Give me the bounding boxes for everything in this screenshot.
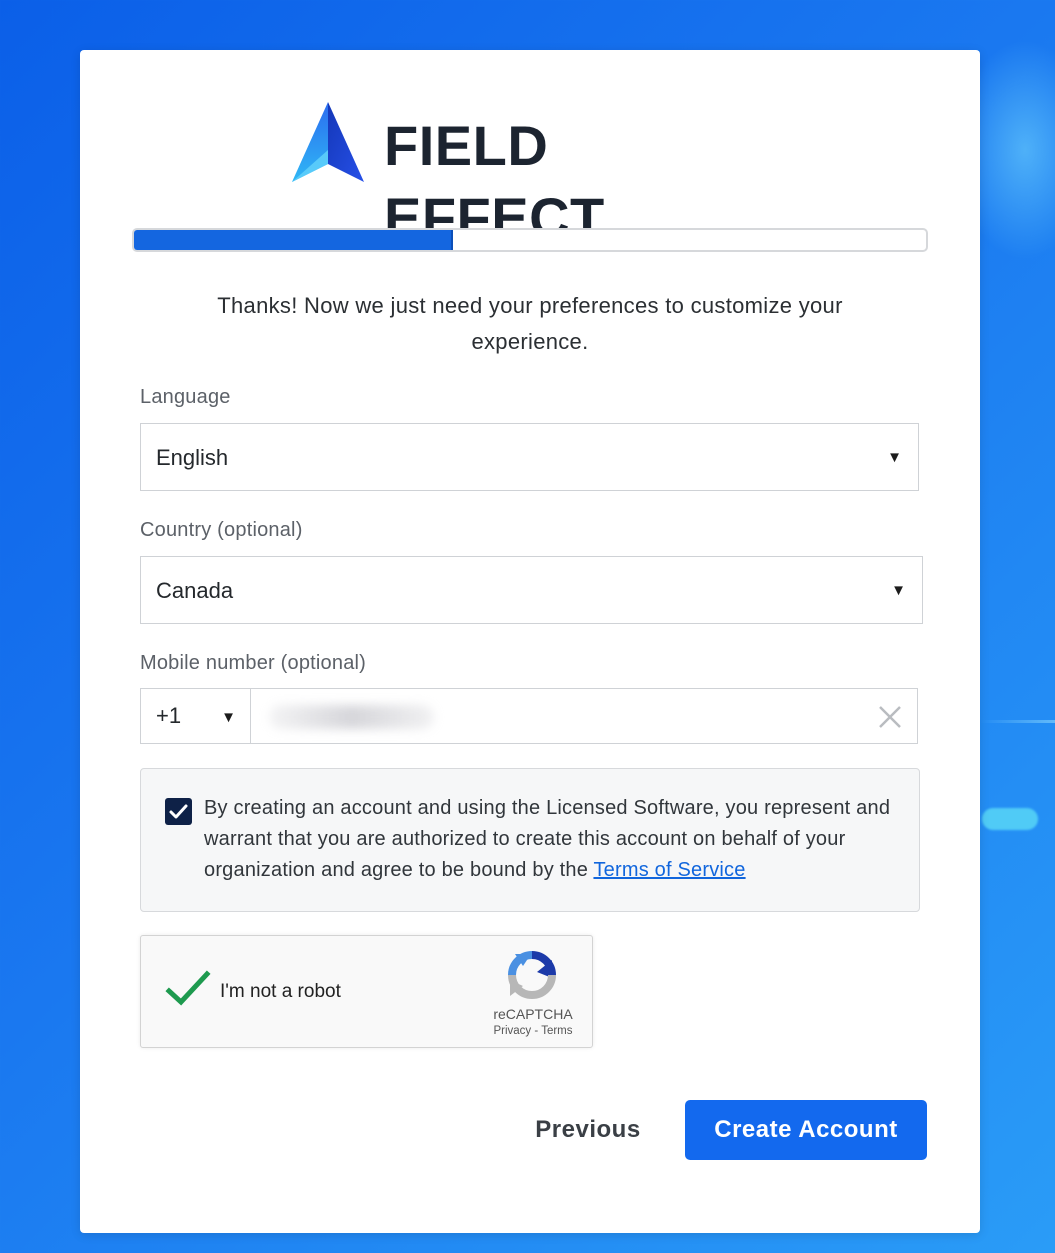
terms-agreement: By creating an account and using the Lic… [140,768,920,912]
recaptcha-icon [508,951,556,999]
recaptcha-terms-link[interactable]: Terms [541,1025,572,1037]
create-account-button[interactable]: Create Account [685,1100,927,1160]
previous-button[interactable]: Previous [520,1100,656,1160]
recaptcha-brand: reCAPTCHA [493,1006,573,1022]
checkmark-icon[interactable] [165,969,211,1009]
country-code-select[interactable]: +1 ▼ [140,688,251,744]
check-icon [169,804,188,819]
mobile-label: Mobile number (optional) [140,652,367,674]
country-select[interactable]: Canada ▼ [140,556,923,624]
country-value: Canada [156,578,234,603]
field-effect-logo-icon [292,102,364,182]
recaptcha-privacy-link[interactable]: Privacy [493,1025,531,1037]
chevron-down-icon: ▼ [887,449,902,466]
terms-body: By creating an account and using the Lic… [204,797,891,881]
language-label: Language [140,386,231,408]
progress-bar [132,228,928,252]
language-select[interactable]: English ▼ [140,423,919,491]
recaptcha-links: Privacy - Terms [478,1025,588,1037]
background-glow-line [980,720,1055,723]
intro-text: Thanks! Now we just need your preference… [217,293,843,354]
terms-text: By creating an account and using the Lic… [204,793,904,886]
country-label: Country (optional) [140,519,303,541]
brand-logo: FIELD EFFECT [292,102,772,249]
signup-card: FIELD EFFECT Thanks! Now we just need yo… [80,50,980,1233]
recaptcha-link-separator: - [531,1025,542,1037]
close-icon[interactable] [877,704,903,730]
language-value: English [156,445,229,470]
terms-checkbox[interactable] [165,798,192,825]
redacted-phone-number [269,705,434,729]
terms-of-service-link[interactable]: Terms of Service [593,859,745,881]
mobile-number-input[interactable] [251,688,918,744]
recaptcha-widget: I'm not a robot reCAPTCHA Privacy - Term… [140,935,593,1048]
chevron-down-icon: ▼ [221,709,236,726]
chevron-down-icon: ▼ [891,582,906,599]
recaptcha-label: I'm not a robot [220,981,341,1002]
progress-bar-fill [134,230,453,250]
country-code-value: +1 [156,703,182,728]
background-glow-pill [982,808,1038,830]
